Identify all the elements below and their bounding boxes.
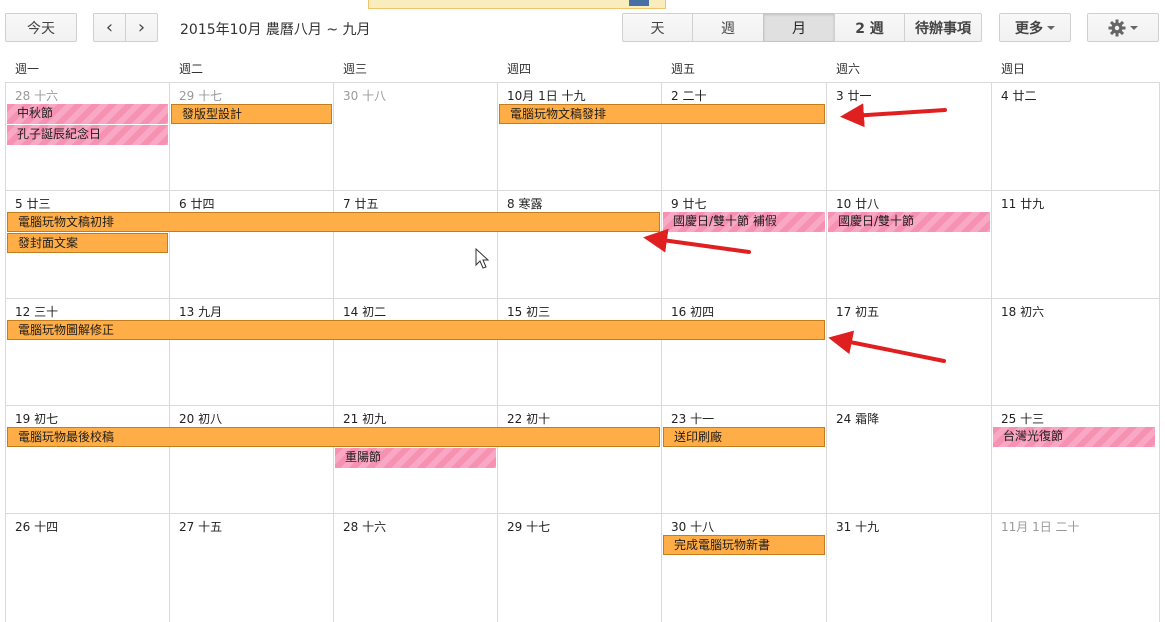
cursor-icon: [475, 247, 490, 269]
annotation-arrow: [643, 228, 751, 254]
annotation-arrow: [828, 330, 946, 363]
annotation-arrow: [840, 103, 947, 128]
annotation-arrows: [475, 103, 947, 363]
